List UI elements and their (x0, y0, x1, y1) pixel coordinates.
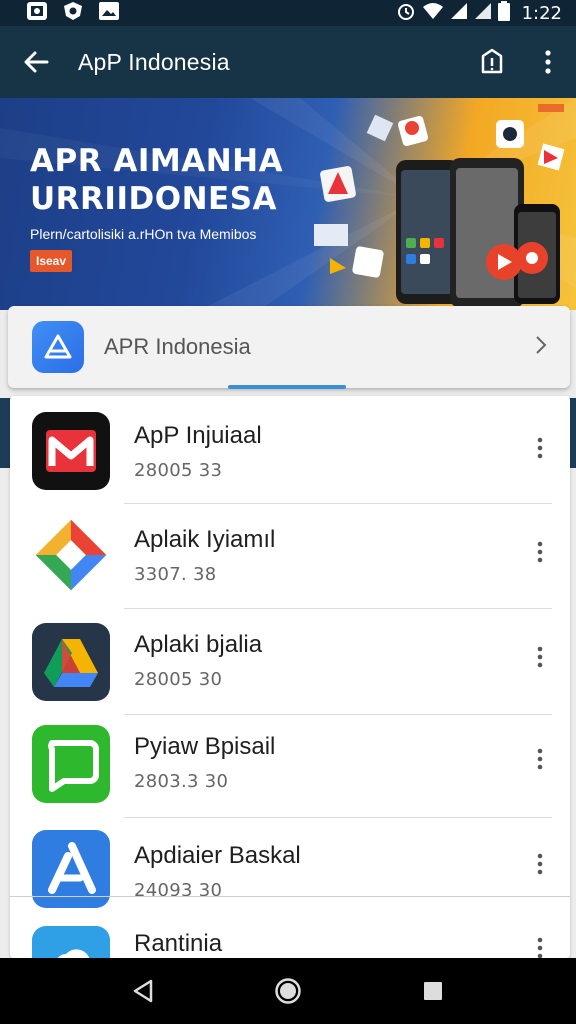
shield-icon (62, 1, 84, 26)
banner-badge[interactable]: Iseav (30, 250, 73, 272)
app-meta: 28005 30 (134, 669, 223, 690)
more-vert-icon (537, 853, 543, 875)
nav-recents-button[interactable] (403, 961, 463, 1021)
featured-app-card[interactable]: APR Indonesia (8, 306, 570, 388)
promo-banner[interactable]: APR AIMANHA URRIIDONESA Plern/cartolisik… (0, 98, 576, 310)
status-bar: 1:22 (0, 0, 576, 26)
app-meta: 3307. 38 (134, 564, 217, 585)
chevron-right-icon (534, 334, 548, 361)
share-icon (481, 48, 503, 74)
more-options-button[interactable] (520, 844, 560, 884)
app-list: ApP Injuiaal 28005 33 Aplaik Iyiamıl 330… (10, 396, 570, 958)
back-triangle-icon (133, 979, 152, 1003)
more-vert-icon (537, 937, 543, 958)
back-arrow-icon (24, 51, 49, 73)
page-title: ApP Indonesia (78, 48, 230, 75)
phones-illustration (314, 104, 565, 308)
list-item[interactable]: Aplaik Iyiamıl 3307. 38 (10, 504, 570, 608)
share-button[interactable] (464, 26, 520, 98)
multicolor-diamond-icon (32, 516, 110, 594)
carousel-indicator (228, 385, 346, 389)
alarm-icon (396, 1, 416, 26)
banner-subtitle: Plern/cartolisiki a.rHOn tva Memibos (30, 226, 257, 242)
signal-icon (474, 2, 492, 25)
more-options-button[interactable] (520, 928, 560, 958)
more-vert-icon (537, 437, 543, 459)
nav-back-button[interactable] (113, 961, 173, 1021)
battery-icon (497, 0, 510, 26)
app-name: Pyiaw Bpisail (134, 733, 276, 760)
app-name: Aplaki bjalia (134, 631, 263, 658)
more-options-button[interactable] (520, 26, 576, 98)
cloud-icon (32, 926, 110, 958)
nav-home-button[interactable] (258, 961, 318, 1021)
app-meta: 28005 33 (134, 460, 223, 481)
more-options-button[interactable] (520, 637, 560, 677)
more-options-button[interactable] (520, 532, 560, 572)
image-icon (26, 1, 48, 26)
more-vert-icon (537, 541, 543, 563)
banner-headline: APR AIMANHA URRIIDONESA (30, 143, 284, 217)
more-options-button[interactable] (520, 739, 560, 779)
wifi-icon (422, 2, 444, 25)
app-name: Aplaik Iyiamıl (134, 526, 276, 553)
app-name: ApP Injuiaal (134, 422, 262, 449)
gmail-icon (32, 412, 110, 490)
more-vert-icon (545, 50, 551, 74)
list-item[interactable]: Pyiaw Bpisail 2803.3 30 (10, 715, 570, 819)
photo-icon (98, 1, 120, 26)
list-item[interactable]: Rantinia (10, 916, 570, 958)
featured-app-label: APR Indonesia (104, 334, 251, 359)
chat-icon (32, 725, 110, 803)
recents-square-icon (424, 982, 443, 1000)
home-circle-icon (275, 978, 301, 1004)
app-name: Apdiaier Baskal (134, 842, 301, 869)
app-meta: 24093 30 (134, 880, 223, 901)
app-meta: 2803.3 30 (134, 771, 229, 792)
drive-icon (32, 623, 110, 701)
more-vert-icon (537, 748, 543, 770)
app-bar: ApP Indonesia (0, 26, 576, 98)
list-item[interactable]: ApP Injuiaal 28005 33 (10, 396, 570, 500)
back-button[interactable] (0, 26, 72, 98)
app-name: Rantinia (134, 930, 223, 957)
list-item[interactable]: Apdiaier Baskal 24093 30 (10, 818, 570, 922)
status-time: 1:22 (521, 2, 562, 24)
more-vert-icon (537, 646, 543, 668)
divider (10, 896, 570, 897)
more-options-button[interactable] (520, 428, 560, 468)
screen: 1:22 ApP Indonesia APR AIMANHA URRIIDONE… (0, 0, 576, 1024)
list-item[interactable]: Aplaki bjalia 28005 30 (10, 609, 570, 713)
system-nav-bar (0, 958, 576, 1024)
app-store-icon (32, 321, 84, 373)
signal-icon (450, 2, 468, 25)
